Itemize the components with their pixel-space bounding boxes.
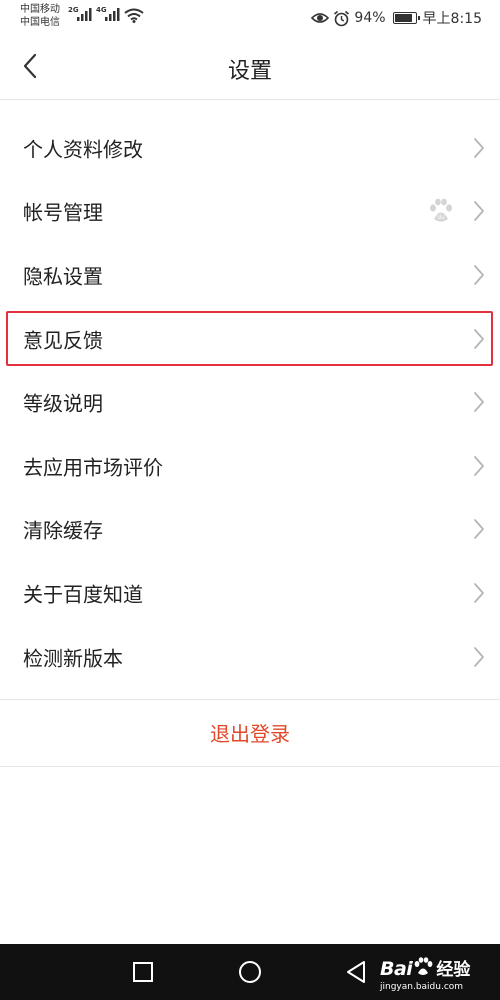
menu-item-label: 关于百度知道 <box>23 582 143 607</box>
baidu-paw-icon: du <box>430 198 452 222</box>
watermark-url: jingyan.baidu.com <box>380 982 464 992</box>
chevron-right-icon <box>474 646 484 667</box>
carrier-2: 中国电信 <box>20 17 60 28</box>
watermark-brand: Bai <box>380 958 413 980</box>
header: 设置 <box>0 36 500 100</box>
menu-item[interactable]: 个人资料修改 <box>0 116 500 180</box>
menu-item-label: 清除缓存 <box>23 518 103 543</box>
clock: 早上8:15 <box>422 11 482 27</box>
signal-icon: 2G <box>68 6 94 22</box>
carrier-info: 中国移动 中国电信 <box>20 3 60 29</box>
menu-item-label: 帐号管理 <box>23 200 103 225</box>
chevron-right-icon <box>474 328 484 349</box>
chevron-right-icon <box>474 137 484 158</box>
menu-item[interactable]: 去应用市场评价 <box>0 434 500 498</box>
chevron-right-icon <box>474 265 484 285</box>
chevron-right-icon <box>474 583 484 603</box>
svg-text:du: du <box>437 214 445 221</box>
menu-item-label: 隐私设置 <box>23 264 103 289</box>
wifi-icon <box>124 8 144 23</box>
menu-item[interactable]: 关于百度知道 <box>0 561 500 625</box>
carrier-1: 中国移动 <box>20 4 60 15</box>
menu-item[interactable]: 意见反馈 <box>0 307 500 371</box>
square-icon[interactable] <box>129 958 157 986</box>
menu-item-label: 个人资料修改 <box>23 137 143 162</box>
chevron-right-icon <box>474 201 484 222</box>
menu-item-label: 等级说明 <box>23 391 103 416</box>
menu-item-label: 意见反馈 <box>23 328 103 353</box>
signal-icon: 4G <box>96 6 122 22</box>
menu-item[interactable]: 帐号管理 du <box>0 180 500 244</box>
baidu-paw-icon <box>414 957 433 975</box>
circle-icon[interactable] <box>236 958 264 986</box>
menu-item-label: 检测新版本 <box>23 646 123 671</box>
page-title: 设置 <box>227 59 272 84</box>
chevron-right-icon <box>474 519 484 540</box>
chevron-right-icon <box>474 392 484 413</box>
battery-icon <box>392 12 420 24</box>
battery-percent: 94% <box>354 10 386 26</box>
menu-item[interactable]: 等级说明 <box>0 370 500 434</box>
alarm-icon <box>334 10 350 26</box>
settings-menu: 个人资料修改 帐号管理 du 隐私设置意见反馈等级说明去应用市场评价 清除缓存关于百度知… <box>0 116 500 688</box>
menu-item[interactable]: 检测新版本 <box>0 625 500 689</box>
menu-item[interactable]: 隐私设置 <box>0 243 500 307</box>
menu-item[interactable]: 清除缓存 <box>0 498 500 562</box>
eye-icon <box>311 13 330 23</box>
menu-item-label: 去应用市场评价 <box>23 455 163 480</box>
status-bar: 中国移动 中国电信 2G 4G 94% 早上8:15 <box>0 0 500 36</box>
watermark: Bai 经验 jingyan.baidu.com <box>380 955 471 992</box>
logout-button[interactable]: 退出登录 <box>0 699 500 766</box>
chevron-right-icon <box>474 455 484 476</box>
watermark-text: 经验 <box>436 960 471 980</box>
divider <box>0 766 500 767</box>
triangle-back-icon[interactable] <box>343 958 371 986</box>
